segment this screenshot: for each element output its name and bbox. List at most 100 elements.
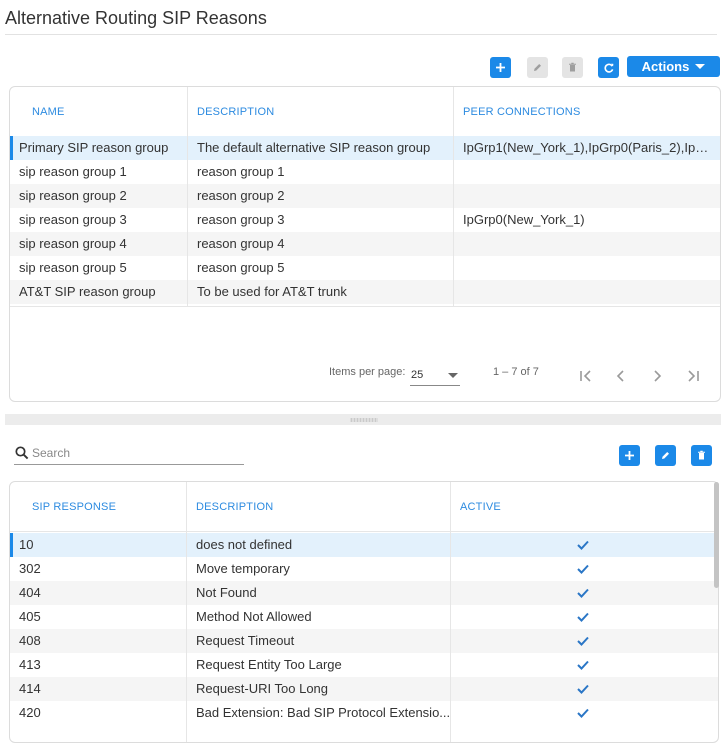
table-row[interactable]: 408 Request Timeout [10, 629, 718, 653]
table-row[interactable]: 10 does not defined [10, 533, 718, 557]
delete-response-button[interactable] [691, 445, 712, 466]
edit-group-button[interactable] [527, 57, 548, 78]
cell-peer-connections [463, 184, 713, 208]
add-response-button[interactable] [619, 445, 640, 466]
check-icon [577, 684, 589, 694]
actions-label: Actions [641, 59, 690, 74]
table-row[interactable]: sip reason group 4 reason group 4 [10, 232, 720, 256]
delete-group-button[interactable] [562, 57, 583, 78]
column-divider [187, 87, 188, 307]
vertical-scrollbar[interactable] [714, 482, 719, 588]
edit-response-button[interactable] [655, 445, 676, 466]
cell-peer-connections [463, 232, 713, 256]
cell-description: Request-URI Too Long [196, 681, 329, 696]
table-row[interactable]: sip reason group 2 reason group 2 [10, 184, 720, 208]
sip-responses-table: SIP RESPONSE DESCRIPTION ACTIVE 10 does … [9, 481, 719, 743]
first-page-icon [580, 370, 591, 382]
next-page-button[interactable] [647, 366, 667, 386]
items-per-page-select[interactable]: 25 [410, 367, 460, 386]
table-row[interactable]: 413 Request Entity Too Large [10, 653, 718, 677]
search-input[interactable] [32, 443, 242, 462]
plus-icon [625, 451, 634, 460]
cell-description: Move temporary [196, 561, 290, 576]
cell-description: reason group 3 [197, 212, 285, 227]
table-row[interactable]: 405 Method Not Allowed [10, 605, 718, 629]
items-per-page-value: 25 [411, 369, 424, 381]
refresh-icon [603, 63, 613, 73]
cell-name: sip reason group 2 [19, 188, 127, 203]
cell-sip-response: 405 [19, 609, 41, 624]
groups-table: NAME DESCRIPTION PEER CONNECTIONS Primar… [9, 86, 721, 402]
table-row[interactable]: sip reason group 1 reason group 1 [10, 160, 720, 184]
check-icon [577, 588, 589, 598]
table-row[interactable]: AT&T SIP reason group To be used for AT&… [10, 280, 720, 304]
column-header-sip-response[interactable]: SIP RESPONSE [32, 482, 116, 531]
cell-description: Bad Extension: Bad SIP Protocol Extensio… [196, 705, 451, 720]
table-row[interactable]: sip reason group 5 reason group 5 [10, 256, 720, 280]
column-header-name[interactable]: NAME [32, 87, 65, 136]
table-row[interactable]: Primary SIP reason group The default alt… [10, 136, 720, 160]
pencil-icon [662, 452, 669, 459]
cell-peer-connections: IpGrp1(New_York_1),IpGrp0(Paris_2),IpGrp… [463, 140, 713, 155]
cell-peer-connections [463, 256, 713, 280]
cell-peer-connections [463, 160, 713, 184]
refresh-button[interactable] [598, 57, 619, 78]
previous-page-button[interactable] [611, 366, 631, 386]
cell-description: The default alternative SIP reason group [197, 140, 431, 155]
column-divider [186, 482, 187, 742]
items-per-page-label: Items per page: [329, 366, 406, 378]
actions-dropdown-button[interactable]: Actions [627, 56, 720, 77]
splitter-grip-icon [350, 418, 378, 422]
cell-sip-response: 413 [19, 657, 41, 672]
cell-name: sip reason group 3 [19, 212, 127, 227]
cell-name: sip reason group 4 [19, 236, 127, 251]
cell-description: reason group 2 [197, 188, 285, 203]
cell-sip-response: 420 [19, 705, 41, 720]
check-icon [577, 708, 589, 718]
caret-down-icon [695, 64, 706, 69]
check-icon [577, 636, 589, 646]
cell-peer-connections [463, 280, 713, 304]
check-icon [577, 540, 589, 550]
column-header-peer-connections[interactable]: PEER CONNECTIONS [463, 87, 581, 136]
selection-indicator [10, 136, 13, 160]
pagination-range: 1 – 7 of 7 [493, 366, 539, 378]
cell-sip-response: 408 [19, 633, 41, 648]
cell-name: Primary SIP reason group [19, 140, 169, 155]
column-divider [450, 482, 451, 742]
trash-icon [569, 62, 576, 72]
column-header-description[interactable]: DESCRIPTION [197, 87, 274, 136]
search-icon [15, 446, 29, 460]
cell-sip-response: 10 [19, 537, 34, 552]
table-row[interactable]: 420 Bad Extension: Bad SIP Protocol Exte… [10, 701, 718, 725]
cell-description: Request Timeout [196, 633, 295, 648]
check-icon [577, 612, 589, 622]
column-header-description[interactable]: DESCRIPTION [196, 482, 273, 531]
page-title: Alternative Routing SIP Reasons [5, 8, 267, 28]
cell-description: reason group 1 [197, 164, 285, 179]
cell-sip-response: 404 [19, 585, 41, 600]
cell-description: Method Not Allowed [196, 609, 312, 624]
cell-description: reason group 4 [197, 236, 285, 251]
check-icon [577, 564, 589, 574]
groups-table-header: NAME DESCRIPTION PEER CONNECTIONS [10, 87, 720, 137]
caret-down-icon [448, 373, 458, 378]
cell-name: AT&T SIP reason group [19, 284, 156, 299]
table-bottom-border [10, 306, 720, 307]
add-group-button[interactable] [490, 57, 511, 78]
table-row[interactable]: sip reason group 3 reason group 3 IpGrp0… [10, 208, 720, 232]
plus-icon [496, 63, 505, 72]
table-row[interactable]: 302 Move temporary [10, 557, 718, 581]
check-icon [577, 660, 589, 670]
cell-name: sip reason group 1 [19, 164, 127, 179]
first-page-button[interactable] [576, 366, 596, 386]
last-page-button[interactable] [683, 366, 703, 386]
pencil-icon [534, 64, 541, 71]
responses-table-header: SIP RESPONSE DESCRIPTION ACTIVE [10, 482, 718, 532]
chevron-right-icon [654, 370, 662, 382]
column-header-active[interactable]: ACTIVE [460, 482, 501, 531]
table-row[interactable]: 404 Not Found [10, 581, 718, 605]
cell-sip-response: 414 [19, 681, 41, 696]
table-row[interactable]: 414 Request-URI Too Long [10, 677, 718, 701]
selection-indicator [10, 533, 13, 557]
